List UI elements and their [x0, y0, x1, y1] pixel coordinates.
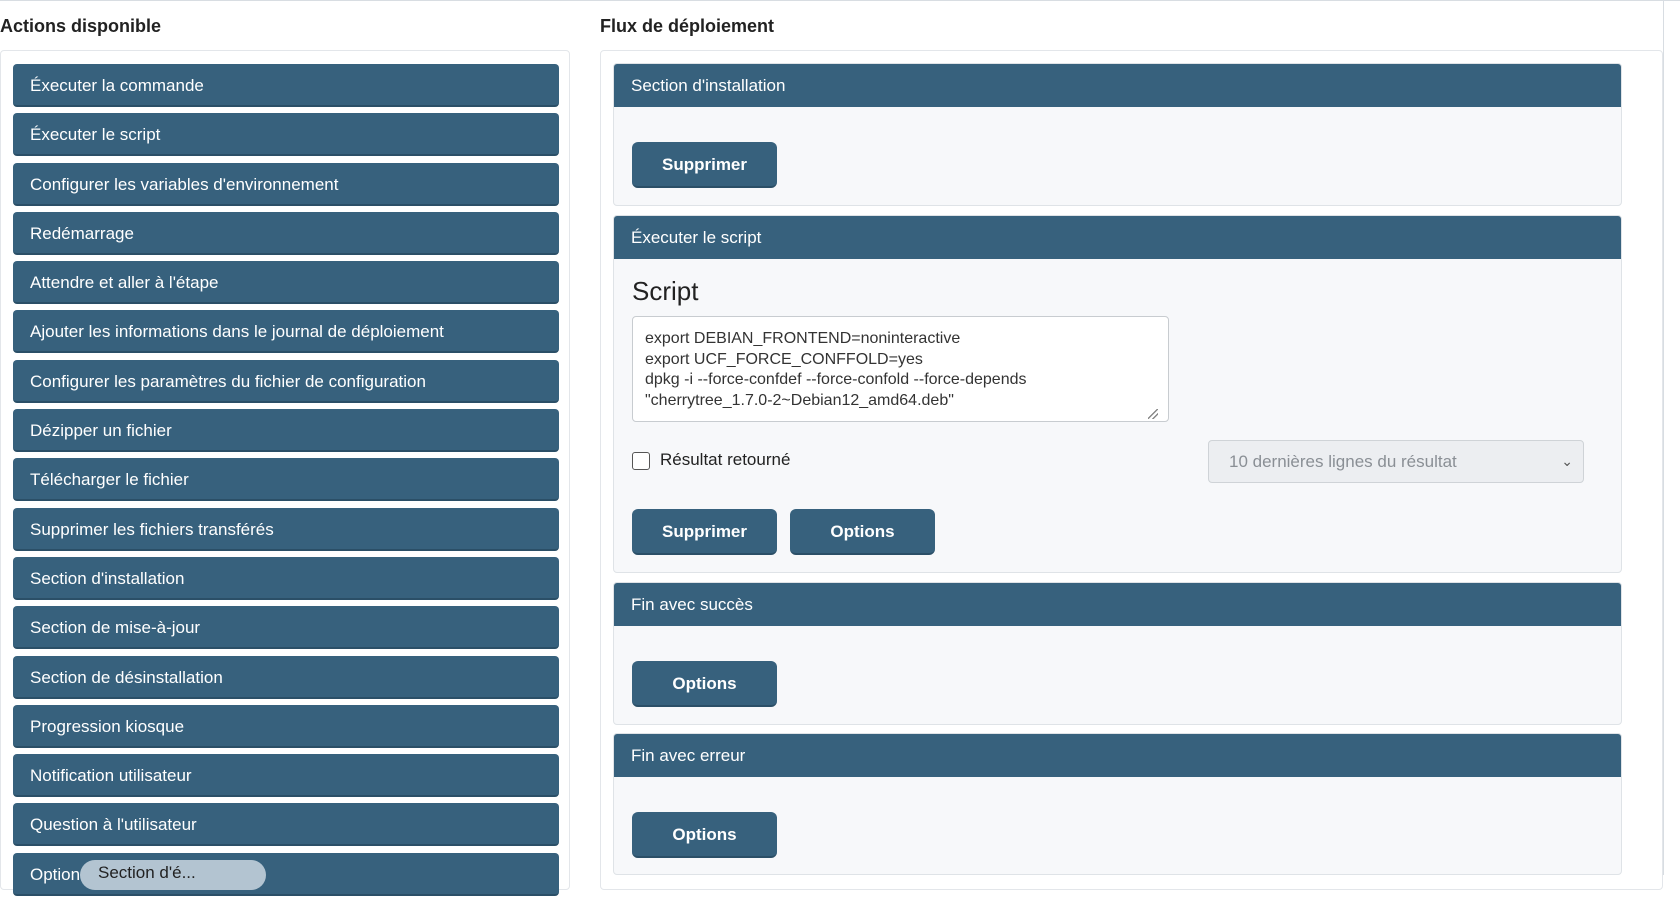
action-install-section[interactable]: Section d'installation	[13, 556, 559, 600]
script-delete-button[interactable]: Supprimer	[632, 509, 777, 555]
flow-section-script: Éxecuter le script Script export DEBIAN_…	[613, 215, 1622, 573]
textarea-resize-handle[interactable]	[1148, 409, 1158, 419]
flow-section-error-header[interactable]: Fin avec erreur	[614, 734, 1621, 777]
action-kiosk-progress[interactable]: Progression kiosque	[13, 704, 559, 748]
script-label: Script	[632, 276, 699, 306]
action-unzip-file[interactable]: Dézipper un fichier	[13, 409, 559, 453]
flow-section-success-header[interactable]: Fin avec succès	[614, 583, 1621, 626]
action-set-env-vars[interactable]: Configurer les variables d'environnement	[13, 162, 559, 206]
return-result-checkbox[interactable]	[632, 452, 650, 470]
action-download-file[interactable]: Télécharger le fichier	[13, 458, 559, 502]
result-lines-select-value: 10 dernières lignes du résultat	[1229, 452, 1457, 471]
action-reboot[interactable]: Redémarrage	[13, 211, 559, 255]
flow-section-script-header[interactable]: Éxecuter le script	[614, 216, 1621, 259]
available-actions-panel: Éxecuter la commande Éxecuter le script …	[0, 50, 570, 896]
flow-section-error: Fin avec erreur Options	[613, 733, 1622, 875]
action-list: Éxecuter la commande Éxecuter le script …	[13, 64, 559, 902]
chevron-down-icon: ⌄	[1561, 453, 1573, 469]
action-run-script[interactable]: Éxecuter le script	[13, 113, 559, 157]
return-result-label: Résultat retourné	[660, 450, 791, 469]
flow-section-install-header[interactable]: Section d'installation	[614, 64, 1621, 107]
top-divider	[0, 0, 1680, 1]
script-textarea[interactable]: export DEBIAN_FRONTEND=noninteractive ex…	[632, 316, 1169, 422]
script-options-button[interactable]: Options	[790, 509, 935, 555]
result-lines-select[interactable]: 10 dernières lignes du résultat ⌄	[1208, 440, 1584, 483]
flow-section-install: Section d'installation Supprimer	[613, 63, 1622, 206]
deployment-flow-title: Flux de déploiement	[600, 16, 775, 36]
action-uninstall-section[interactable]: Section de désinstallation	[13, 655, 559, 699]
action-run-command[interactable]: Éxecuter la commande	[13, 64, 559, 107]
action-delete-transferred-files[interactable]: Supprimer les fichiers transférés	[13, 507, 559, 551]
drag-ghost-tooltip: Section d'é...	[80, 860, 266, 890]
install-delete-button[interactable]: Supprimer	[632, 142, 777, 188]
action-update-section[interactable]: Section de mise-à-jour	[13, 606, 559, 650]
available-actions-title: Actions disponible	[0, 16, 162, 36]
action-user-question[interactable]: Question à l'utilisateur	[13, 803, 559, 847]
action-config-file-params[interactable]: Configurer les paramètres du fichier de …	[13, 359, 559, 403]
error-options-button[interactable]: Options	[632, 812, 777, 858]
success-options-button[interactable]: Options	[632, 661, 777, 707]
action-add-log-info[interactable]: Ajouter les informations dans le journal…	[13, 310, 559, 354]
action-user-notification[interactable]: Notification utilisateur	[13, 754, 559, 798]
action-wait-goto-step[interactable]: Attendre et aller à l'étape	[13, 261, 559, 305]
right-divider	[1663, 0, 1664, 875]
flow-section-success: Fin avec succès Options	[613, 582, 1622, 725]
